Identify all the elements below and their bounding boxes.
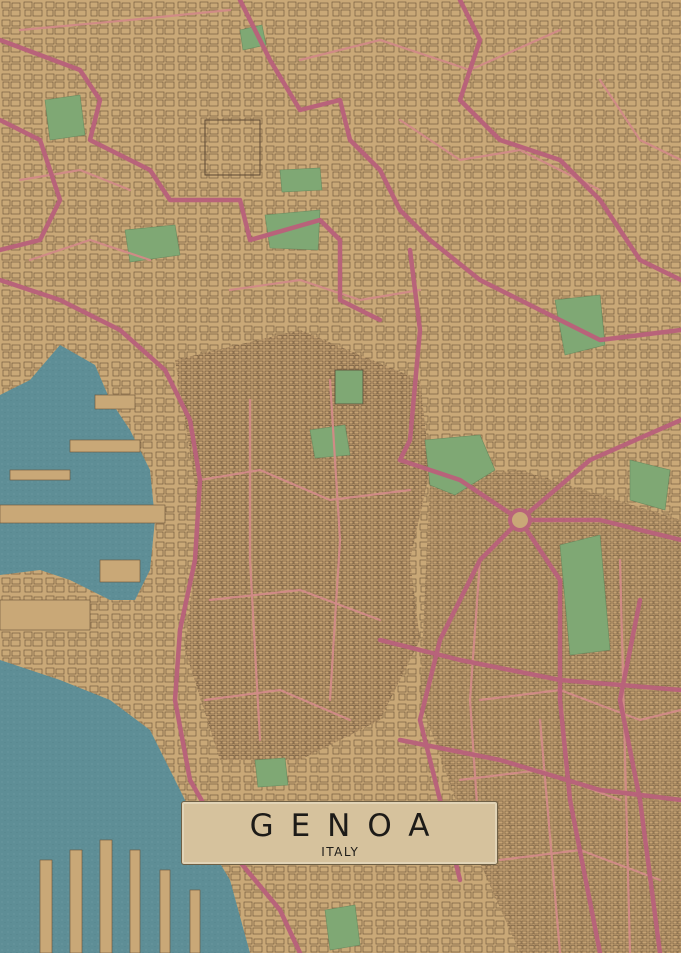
country-subtitle: ITALY — [321, 845, 360, 859]
city-title: GENOA — [249, 808, 447, 844]
roundabout — [508, 508, 532, 532]
poster-label: GENOA ITALY — [181, 801, 498, 865]
old-town-district — [175, 330, 430, 760]
square-block — [334, 369, 364, 405]
